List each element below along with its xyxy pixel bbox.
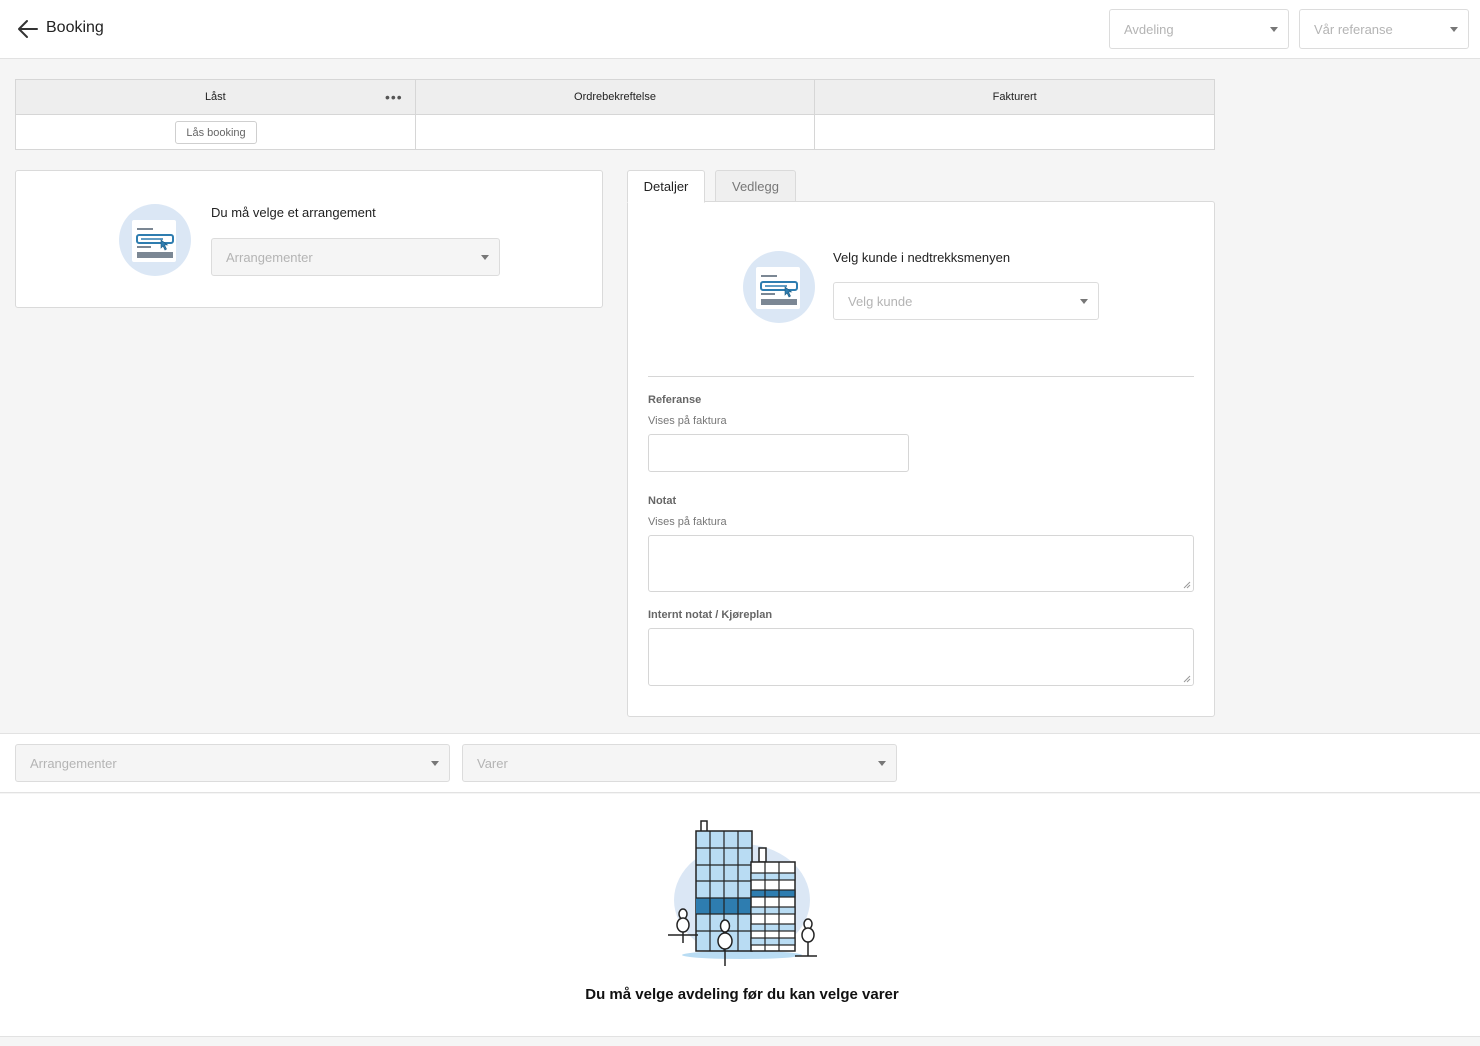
building-illustration bbox=[668, 820, 817, 966]
details-panel: Velg kunde i nedtrekksmenyen Velg kunde … bbox=[627, 201, 1215, 717]
customer-select-placeholder: Velg kunde bbox=[848, 293, 913, 309]
our-reference-select[interactable]: Vår referanse bbox=[1299, 9, 1469, 49]
status-header-invoiced: Fakturert bbox=[815, 80, 1215, 115]
department-select-placeholder: Avdeling bbox=[1124, 21, 1174, 37]
toolbar-events-select[interactable]: Arrangementer bbox=[15, 744, 450, 782]
customer-select[interactable]: Velg kunde bbox=[833, 282, 1099, 320]
items-empty-state: Du må velge avdeling før du kan velge va… bbox=[0, 794, 1480, 1037]
reference-input[interactable] bbox=[648, 434, 909, 472]
page-title: Booking bbox=[46, 19, 104, 36]
event-select[interactable]: Arrangementer bbox=[211, 238, 500, 276]
note-hint: Vises på faktura bbox=[648, 516, 727, 528]
chevron-down-icon bbox=[878, 761, 886, 766]
tab-attachments[interactable]: Vedlegg bbox=[715, 170, 796, 203]
note-textarea[interactable] bbox=[648, 535, 1194, 592]
event-select-placeholder: Arrangementer bbox=[226, 249, 313, 265]
department-select[interactable]: Avdeling bbox=[1109, 9, 1289, 49]
event-required-message: Du må velge et arrangement bbox=[211, 205, 376, 220]
booking-status-table: Låst ••• Lås booking Ordrebekreftelse Fa… bbox=[15, 79, 1215, 150]
note-label: Notat bbox=[648, 495, 677, 507]
chevron-down-icon bbox=[1450, 27, 1458, 32]
status-column-invoiced: Fakturert bbox=[815, 80, 1215, 149]
our-reference-placeholder: Vår referanse bbox=[1314, 21, 1393, 37]
items-toolbar: Arrangementer Varer bbox=[0, 733, 1480, 793]
chevron-down-icon bbox=[481, 255, 489, 260]
chevron-down-icon bbox=[431, 761, 439, 766]
internal-note-label: Internt notat / Kjøreplan bbox=[648, 609, 773, 621]
reference-hint: Vises på faktura bbox=[648, 415, 727, 427]
select-list-illustration bbox=[119, 204, 191, 276]
chevron-down-icon bbox=[1080, 299, 1088, 304]
status-header-locked: Låst bbox=[16, 80, 415, 115]
chevron-down-icon bbox=[1270, 27, 1278, 32]
resize-handle-icon[interactable] bbox=[1183, 675, 1191, 683]
status-column-locked: Låst ••• Lås booking bbox=[16, 80, 416, 149]
customer-required-message: Velg kunde i nedtrekksmenyen bbox=[833, 250, 1011, 265]
internal-note-textarea[interactable] bbox=[648, 628, 1194, 686]
toolbar-events-placeholder: Arrangementer bbox=[30, 755, 117, 771]
select-list-illustration bbox=[743, 251, 815, 323]
toolbar-items-select[interactable]: Varer bbox=[462, 744, 897, 782]
status-header-order-confirmation: Ordrebekreftelse bbox=[415, 80, 815, 115]
empty-state-message: Du må velge avdeling før du kan velge va… bbox=[585, 986, 899, 1003]
toolbar-items-placeholder: Varer bbox=[477, 755, 508, 771]
back-arrow-icon[interactable] bbox=[16, 18, 40, 40]
tab-details[interactable]: Detaljer bbox=[627, 170, 705, 203]
reference-label: Referanse bbox=[648, 394, 702, 406]
lock-booking-button[interactable]: Lås booking bbox=[175, 121, 257, 144]
status-column-order-confirmation: Ordrebekreftelse bbox=[415, 80, 816, 149]
top-header: Booking Avdeling Vår referanse bbox=[0, 0, 1480, 59]
more-horizontal-icon[interactable]: ••• bbox=[385, 90, 403, 104]
resize-handle-icon[interactable] bbox=[1183, 581, 1191, 589]
event-selection-card: Du må velge et arrangement Arrangementer bbox=[15, 170, 603, 308]
section-divider bbox=[648, 376, 1194, 377]
